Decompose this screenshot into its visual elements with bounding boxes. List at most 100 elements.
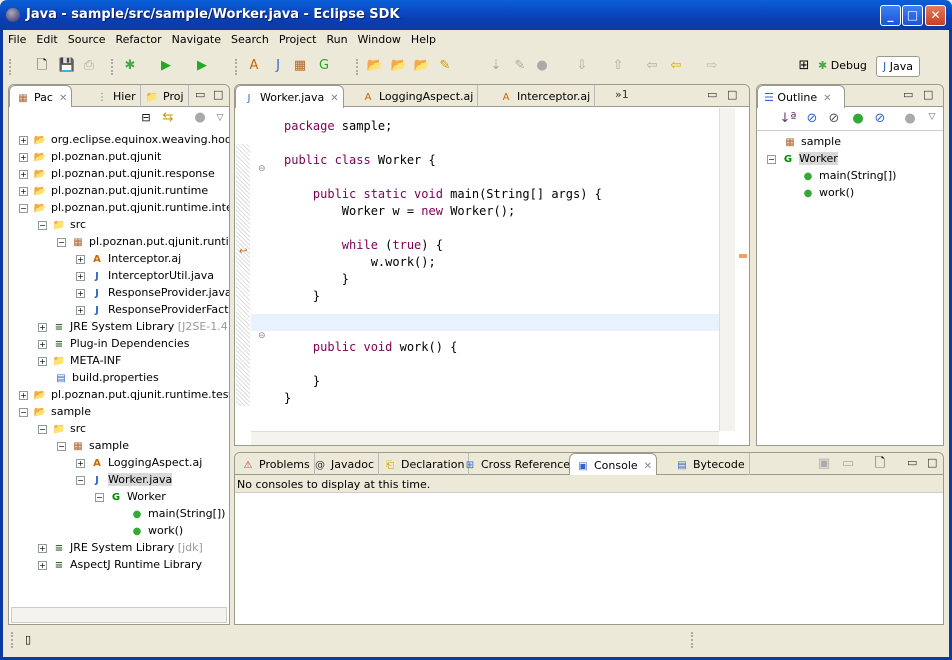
tree-item[interactable]: + 📁 META-INF — [38, 352, 121, 369]
expand-icon[interactable]: + — [19, 152, 28, 162]
tree-item[interactable]: − G Worker — [95, 488, 166, 505]
collapse-icon[interactable]: − — [76, 475, 85, 485]
link-with-editor-icon[interactable]: ⇆ — [159, 109, 177, 127]
display-console-icon[interactable]: ▭ — [839, 455, 857, 473]
tree-item[interactable]: + 📂 pl.poznan.put.qjunit — [19, 148, 161, 165]
pin-console-icon[interactable]: ▣ — [815, 455, 833, 473]
forward-icon[interactable]: ⇨ — [703, 57, 721, 75]
menu-window[interactable]: Window — [353, 30, 406, 46]
search-icon[interactable]: ✎ — [436, 57, 454, 75]
back-icon[interactable]: ⇦ — [667, 57, 685, 75]
save-icon[interactable]: 💾 — [58, 57, 76, 75]
run-icon[interactable]: ▶ — [157, 57, 175, 75]
collapse-icon[interactable]: − — [57, 441, 66, 451]
debug-icon[interactable]: ✱ — [121, 57, 139, 75]
tab-pac[interactable]: ▦ Pac ✕ — [9, 85, 73, 108]
tree-item[interactable]: − 📂 sample — [19, 403, 91, 420]
expand-icon[interactable]: + — [76, 458, 85, 468]
tab-problems[interactable]: ⚠ Problems — [235, 453, 315, 475]
tree-item[interactable]: ▤ build.properties — [38, 369, 158, 386]
next-annotation-icon[interactable]: ⇣ — [487, 57, 505, 75]
expand-icon[interactable]: + — [19, 186, 28, 196]
tab-bytecode[interactable]: ▤ Bytecode — [669, 453, 750, 475]
sort-icon[interactable]: ↓ª — [779, 110, 797, 128]
horizontal-scrollbar[interactable] — [11, 607, 227, 623]
tree-item[interactable]: + J InterceptorUtil.java — [76, 267, 214, 284]
maximize-button[interactable]: □ — [902, 5, 923, 26]
vertical-scrollbar[interactable] — [719, 108, 735, 431]
close-icon[interactable]: ✕ — [330, 93, 338, 104]
hide-fields-icon[interactable]: ⊘ — [803, 110, 821, 128]
expand-icon[interactable]: + — [19, 135, 28, 145]
collapse-icon[interactable]: − — [767, 154, 776, 164]
next-edit-icon[interactable]: ⇩ — [573, 57, 591, 75]
expand-icon[interactable]: + — [38, 543, 47, 553]
close-icon[interactable]: ✕ — [59, 93, 67, 104]
new-class-icon[interactable]: G — [315, 57, 333, 75]
minimize-button[interactable]: _ — [880, 5, 901, 26]
tree-item[interactable]: −▦ pl.poznan.put.qjunit.runtime — [57, 233, 229, 250]
menu-edit[interactable]: Edit — [31, 30, 62, 46]
menu-project[interactable]: Project — [274, 30, 322, 46]
previous-edit-icon[interactable]: ⇧ — [609, 57, 627, 75]
horizontal-scrollbar[interactable] — [251, 431, 719, 445]
tab-hier[interactable]: ⋮ Hier — [89, 85, 141, 107]
tab-worker-java[interactable]: J Worker.java ✕ — [235, 85, 344, 108]
menu-file[interactable]: File — [3, 30, 31, 46]
expand-icon[interactable]: + — [38, 339, 47, 349]
expand-icon[interactable]: + — [76, 271, 85, 281]
new-icon[interactable]: 🗋 — [33, 57, 51, 75]
tree-item[interactable]: + 📂 pl.poznan.put.qjunit.response — [19, 165, 215, 182]
overview-marker[interactable] — [739, 254, 747, 258]
tree-item[interactable]: + J ResponseProviderFactor — [76, 301, 229, 318]
view-menu-icon[interactable]: ▽ — [923, 108, 941, 126]
maximize-icon[interactable]: □ — [927, 456, 937, 469]
expand-icon[interactable]: + — [19, 169, 28, 179]
filter-icon[interactable]: ● — [901, 110, 919, 128]
tab-cross-references[interactable]: ⊞ Cross References — [457, 453, 581, 475]
tree-item[interactable]: + ≡ AspectJ Runtime Library — [38, 556, 202, 573]
minimize-icon[interactable]: ▭ — [907, 456, 917, 469]
collapse-icon[interactable]: − — [38, 424, 47, 434]
code-editor[interactable]: ⊖ ⊖ package sample; public class Worker … — [251, 108, 719, 431]
expand-icon[interactable]: + — [76, 288, 85, 298]
tree-item[interactable]: ● work() — [114, 522, 184, 539]
expand-icon[interactable]: + — [38, 560, 47, 570]
tree-item[interactable]: ● main(String[]) — [114, 505, 226, 522]
expand-icon[interactable]: + — [76, 254, 85, 264]
open-type-icon[interactable]: 📂 — [366, 57, 384, 75]
collapse-icon[interactable]: − — [38, 220, 47, 230]
tree-item[interactable]: + ≡ Plug-in Dependencies — [38, 335, 189, 352]
menu-refactor[interactable]: Refactor — [111, 30, 167, 46]
collapse-icon[interactable]: − — [95, 492, 104, 502]
show-whitespace-icon[interactable]: ● — [533, 57, 551, 75]
open-perspective-icon[interactable]: ⊞ — [795, 57, 813, 75]
close-button[interactable]: ✕ — [925, 5, 946, 26]
menu-search[interactable]: Search — [226, 30, 274, 46]
tree-item[interactable]: − J Worker.java — [76, 471, 173, 488]
new-package-icon[interactable]: ▦ — [291, 57, 309, 75]
tree-item[interactable]: + A LoggingAspect.aj — [76, 454, 202, 471]
menu-source[interactable]: Source — [63, 30, 111, 46]
menu-run[interactable]: Run — [321, 30, 352, 46]
tab-declaration[interactable]: ⎗ Declaration — [377, 453, 470, 475]
hide-nonpublic-icon[interactable]: ● — [849, 110, 867, 128]
new-aspectj-project-icon[interactable]: A — [245, 57, 263, 75]
collapse-icon[interactable]: − — [57, 237, 66, 247]
tab-javadoc[interactable]: @ Javadoc — [307, 453, 379, 475]
new-java-project-icon[interactable]: J — [269, 57, 287, 75]
minimize-icon[interactable]: ▭ — [195, 88, 205, 101]
tree-item[interactable]: ● work() — [785, 184, 855, 201]
expand-icon[interactable]: + — [19, 390, 28, 400]
maximize-icon[interactable]: □ — [213, 88, 223, 101]
fast-view-icon[interactable]: ▯ — [19, 631, 37, 649]
hide-local-types-icon[interactable]: ⊘ — [871, 110, 889, 128]
more-tabs-button[interactable]: »1 — [615, 88, 629, 101]
tree-item[interactable]: ▦ sample — [767, 133, 841, 150]
tree-item[interactable]: − 📁 src — [38, 216, 86, 233]
open-folder-icon[interactable]: 📂 — [413, 57, 431, 75]
last-edit-icon[interactable]: ⇦ — [643, 57, 661, 75]
tree-item[interactable]: + A Interceptor.aj — [76, 250, 181, 267]
toggle-mark-icon[interactable]: ✎ — [511, 57, 529, 75]
hide-static-icon[interactable]: ⊘ — [825, 110, 843, 128]
